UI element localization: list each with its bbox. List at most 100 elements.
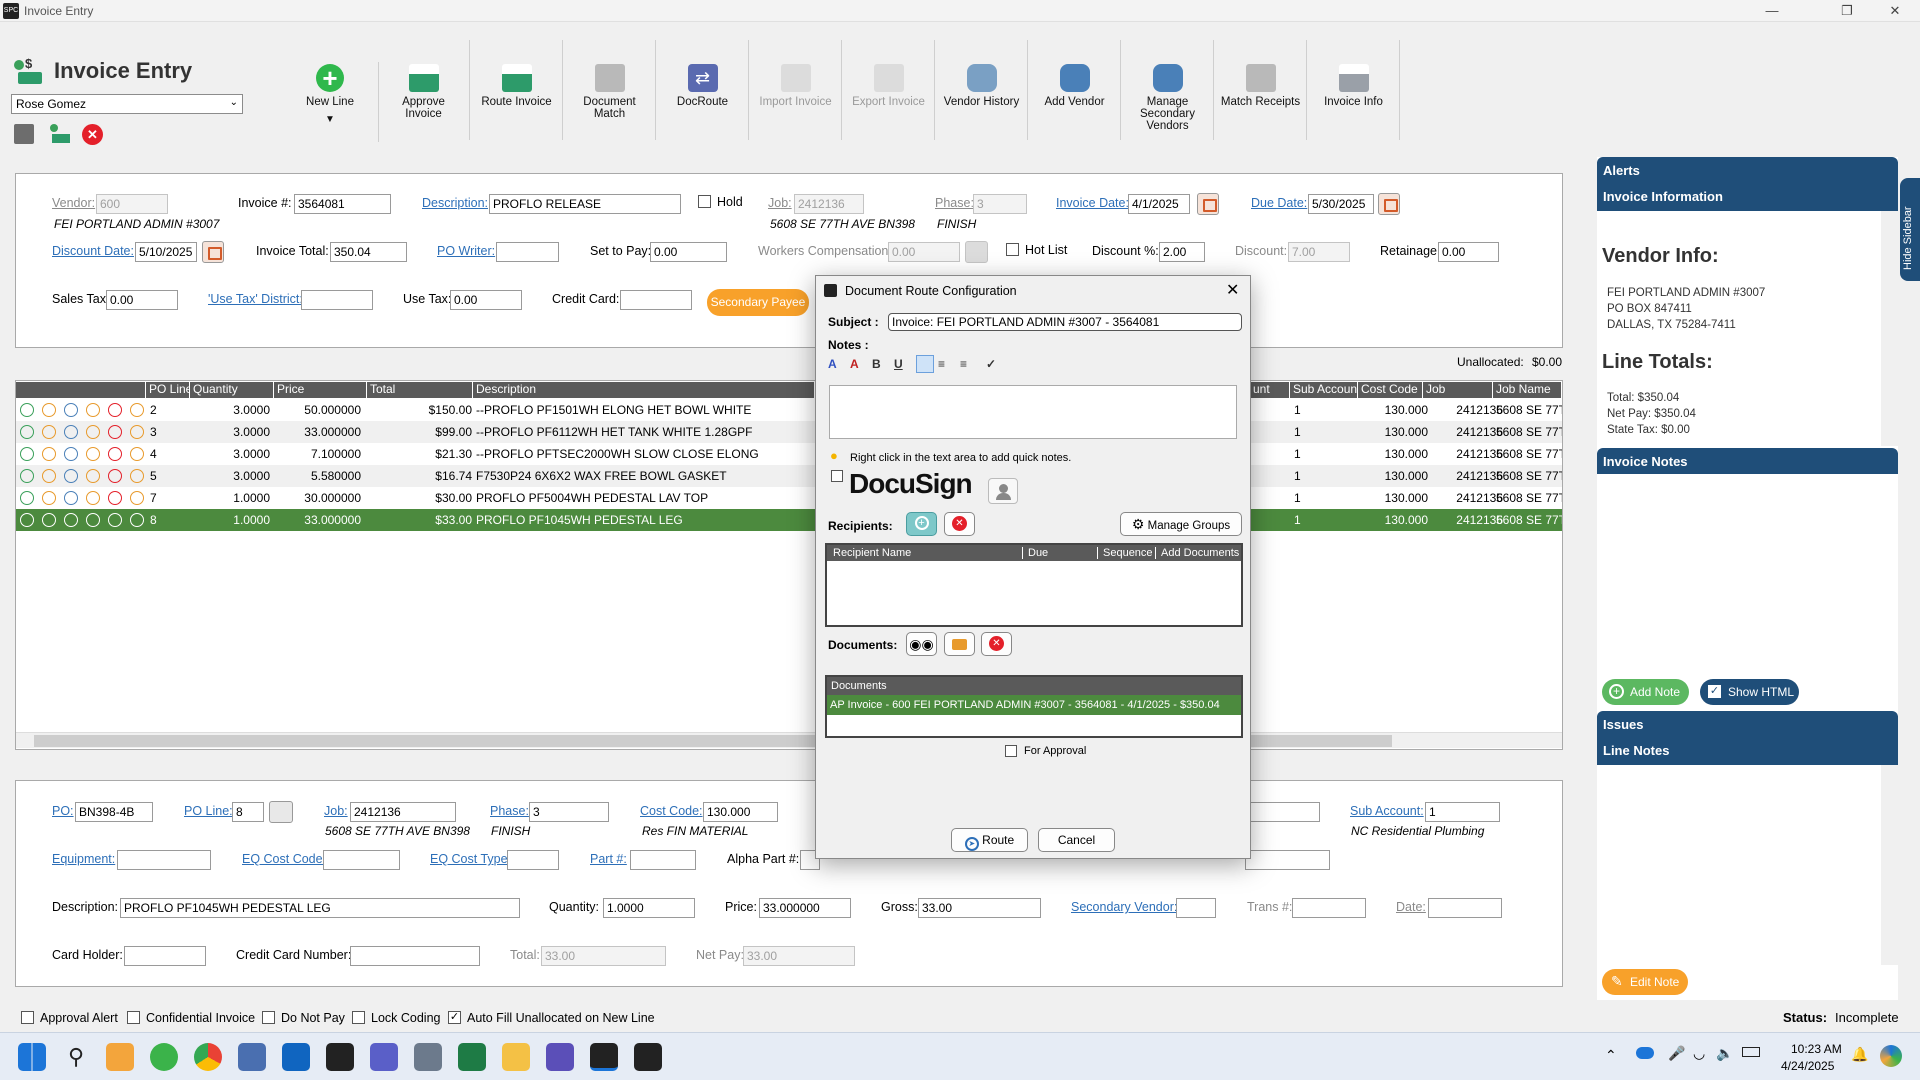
notes-textarea[interactable] — [829, 385, 1237, 439]
grid-header-total[interactable]: Total — [367, 382, 473, 398]
sub-account-input[interactable] — [1425, 802, 1500, 822]
grid-header-po-line[interactable]: PO Line — [146, 382, 190, 398]
row-delete-icon[interactable] — [108, 447, 122, 461]
row-copy-icon[interactable] — [64, 425, 78, 439]
close-window-button[interactable]: ✕ — [1880, 2, 1910, 20]
bold-icon[interactable]: B — [872, 357, 881, 371]
description-label[interactable]: Description: — [422, 196, 488, 210]
row-add-icon[interactable] — [20, 447, 34, 461]
grid-header-job[interactable]: Job — [1423, 382, 1493, 398]
row-info-icon[interactable] — [130, 447, 144, 461]
minimize-button[interactable]: — — [1757, 2, 1787, 20]
date-input[interactable] — [1428, 898, 1502, 918]
new-line-button[interactable]: + New Line ▼ — [284, 40, 376, 140]
manage-secondary-vendors-button[interactable]: Manage Secondary Vendors — [1122, 40, 1214, 140]
grid-header-cost-code[interactable]: Cost Code — [1358, 382, 1423, 398]
po-writer-input[interactable] — [496, 242, 559, 262]
job-label[interactable]: Job: — [768, 196, 792, 210]
sales-tax-input[interactable] — [106, 290, 178, 310]
vendor-label[interactable]: Vendor: — [52, 196, 95, 210]
do-not-pay-checkbox[interactable] — [262, 1011, 275, 1024]
align-left-icon[interactable] — [916, 355, 934, 373]
align-right-icon[interactable]: ≡ — [960, 357, 967, 371]
maximize-button[interactable]: ❐ — [1832, 2, 1862, 20]
equipment-input[interactable] — [117, 850, 211, 870]
row-dollar-icon[interactable] — [86, 447, 100, 461]
gross-input[interactable] — [918, 898, 1041, 918]
use-tax-district-label[interactable]: 'Use Tax' District: — [208, 292, 303, 306]
windows-start-icon[interactable] — [18, 1043, 46, 1071]
row-copy-icon[interactable] — [64, 403, 78, 417]
invoice-info-scrollbar[interactable] — [1881, 211, 1898, 446]
approval-alert-checkbox[interactable] — [21, 1011, 34, 1024]
cancel-x-icon[interactable]: ✕ — [82, 124, 103, 145]
row-add-icon[interactable] — [20, 425, 34, 439]
main-vertical-scrollbar[interactable] — [1580, 157, 1597, 1000]
po-input[interactable] — [75, 802, 153, 822]
invoice-date-calendar-icon[interactable] — [1197, 193, 1219, 215]
po-label[interactable]: PO: — [52, 804, 74, 818]
use-tax-input[interactable] — [450, 290, 522, 310]
invoice-notes-header[interactable]: Invoice Notes — [1597, 448, 1898, 474]
invoice-number-input[interactable] — [294, 194, 391, 214]
detail-description-input[interactable] — [120, 898, 520, 918]
eq-cost-type-input[interactable] — [507, 850, 559, 870]
align-center-icon[interactable]: ≡ — [938, 357, 945, 371]
table-row[interactable]: 4 3.0000 7.100000 $21.30 --PROFLO PFTSEC2000… — [16, 443, 1562, 465]
row-info-icon[interactable] — [130, 403, 144, 417]
discount-date-calendar-icon[interactable] — [202, 241, 224, 263]
horizontal-scrollbar[interactable] — [16, 732, 1562, 748]
sub-account-label[interactable]: Sub Account: — [1350, 804, 1424, 818]
table-row[interactable]: 8 1.0000 33.000000 $33.00 PROFLO PF1045WH PE… — [16, 509, 1562, 531]
font-color-icon[interactable]: A — [850, 357, 859, 371]
row-info-icon[interactable] — [130, 491, 144, 505]
search-icon[interactable]: ⚲ — [62, 1043, 90, 1071]
row-delete-icon[interactable] — [108, 491, 122, 505]
detail-job-input[interactable] — [350, 802, 456, 822]
row-delete-icon[interactable] — [108, 403, 122, 417]
remove-recipient-button[interactable]: ✕ — [944, 512, 975, 536]
row-dollar-icon[interactable] — [86, 491, 100, 505]
font-style-icon[interactable]: A — [828, 357, 837, 371]
wifi-icon[interactable]: ◡ — [1693, 1045, 1705, 1062]
chrome-icon[interactable] — [194, 1043, 222, 1071]
docroute-button[interactable]: ⇄ DocRoute — [657, 40, 749, 140]
detail-total-input[interactable] — [541, 946, 666, 966]
table-row[interactable]: 3 3.0000 33.000000 $99.00 --PROFLO PF6112WH … — [16, 421, 1562, 443]
equipment-label[interactable]: Equipment: — [52, 852, 115, 866]
teams-icon[interactable] — [370, 1043, 398, 1071]
net-pay-input[interactable] — [743, 946, 855, 966]
docusign-checkbox[interactable] — [831, 470, 843, 482]
detail-price-input[interactable] — [759, 898, 851, 918]
invoice-info-button[interactable]: Invoice Info — [1308, 40, 1400, 140]
date-label[interactable]: Date: — [1396, 900, 1426, 914]
due-date-input[interactable] — [1308, 194, 1374, 214]
subject-input[interactable] — [888, 313, 1242, 331]
eq-cost-type-label[interactable]: EQ Cost Type: — [430, 852, 511, 866]
grid-header-description[interactable]: Description — [473, 382, 815, 398]
grid-header-job-name[interactable]: Job Name — [1493, 382, 1562, 398]
table-row[interactable]: 7 1.0000 30.000000 $30.00 PROFLO PF5004WH PE… — [16, 487, 1562, 509]
phase-label[interactable]: Phase: — [935, 196, 974, 210]
phase-input[interactable] — [973, 194, 1027, 214]
taskbar-app-12-icon[interactable] — [546, 1043, 574, 1071]
discount-date-input[interactable] — [135, 242, 197, 262]
row-add-icon[interactable] — [20, 403, 34, 417]
trans-input[interactable] — [1292, 898, 1366, 918]
row-edit-icon[interactable] — [42, 403, 56, 417]
line-notes-scrollbar[interactable] — [1881, 765, 1898, 965]
microphone-icon[interactable]: 🎤 — [1668, 1045, 1685, 1062]
row-dollar-icon[interactable] — [86, 513, 100, 527]
detail-hidden-field-2-input[interactable] — [1245, 850, 1330, 870]
row-add-icon[interactable] — [20, 513, 34, 527]
row-edit-icon[interactable] — [42, 491, 56, 505]
row-add-icon[interactable] — [20, 469, 34, 483]
route-invoice-button[interactable]: Route Invoice — [471, 40, 563, 140]
row-info-icon[interactable] — [130, 469, 144, 483]
po-writer-label[interactable]: PO Writer: — [437, 244, 495, 258]
row-delete-icon[interactable] — [108, 469, 122, 483]
route-button[interactable]: ➤ Route — [951, 828, 1028, 852]
secondary-payee-button[interactable]: Secondary Payee — [707, 289, 809, 316]
confidential-checkbox[interactable] — [127, 1011, 140, 1024]
row-delete-icon[interactable] — [108, 513, 122, 527]
